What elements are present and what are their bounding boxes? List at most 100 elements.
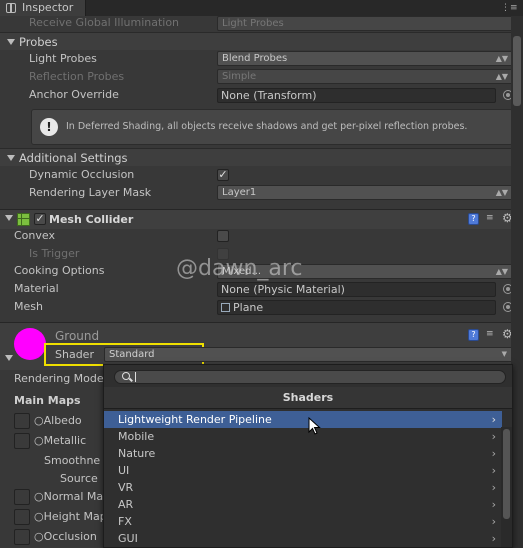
shader-item-ui[interactable]: UI ›: [104, 462, 502, 479]
dropdown-arrows-icon: ▲▼: [495, 267, 508, 276]
albedo-label: ○Albedo: [34, 414, 82, 427]
metallic-label: ○Metallic: [34, 434, 87, 447]
normal-texture-slot[interactable]: [14, 489, 30, 505]
help-text: In Deferred Shading, all objects receive…: [66, 121, 468, 132]
receive-gi-dropdown[interactable]: Light Probes: [217, 16, 513, 31]
albedo-texture-slot[interactable]: [14, 413, 30, 429]
shader-value: Standard: [109, 349, 155, 360]
anchor-override-field[interactable]: None (Transform): [217, 88, 496, 103]
mesh-collider-icon: [17, 213, 30, 226]
shader-item-fx[interactable]: FX ›: [104, 513, 502, 530]
chevron-right-icon: ›: [491, 515, 496, 528]
shader-item-label: Nature: [118, 447, 156, 460]
mesh-collider-header[interactable]: ✓ Mesh Collider ? ≡ ⚙: [0, 209, 523, 229]
popup-scrollbar-thumb[interactable]: [503, 429, 510, 519]
cooking-options-label: Cooking Options: [14, 264, 105, 277]
probes-header[interactable]: Probes: [0, 32, 523, 50]
chevron-down-icon: ▼: [501, 350, 507, 358]
inspector-icon: [6, 3, 16, 13]
help-book-icon[interactable]: ?: [468, 329, 479, 341]
shader-dropdown[interactable]: Standard ▼: [104, 347, 513, 362]
physic-material-value: None (Physic Material): [221, 283, 345, 296]
shader-search-field[interactable]: [114, 370, 506, 384]
shader-item-vr[interactable]: VR ›: [104, 479, 502, 496]
tab-menu-icon[interactable]: ⋮≡: [501, 2, 518, 14]
shader-item-mobile[interactable]: Mobile ›: [104, 428, 502, 445]
scrollbar-thumb[interactable]: [513, 36, 521, 106]
rendering-layer-value: Layer1: [222, 187, 257, 198]
info-icon: !: [40, 118, 58, 136]
main-maps-label: Main Maps: [14, 394, 81, 407]
material-label: Material: [14, 282, 59, 295]
mouse-cursor-icon: [308, 417, 321, 435]
additional-settings-label: Additional Settings: [19, 151, 128, 165]
shader-popup: Shaders Lightweight Render Pipeline › Mo…: [103, 364, 513, 548]
tab-inspector[interactable]: Inspector: [0, 0, 86, 16]
shader-item-label: GUI: [118, 532, 138, 545]
mesh-field[interactable]: Plane: [217, 300, 496, 315]
receive-gi-value: Light Probes: [222, 18, 284, 29]
help-box: ! In Deferred Shading, all objects recei…: [31, 109, 513, 145]
convex-label: Convex: [14, 229, 55, 242]
search-icon: [122, 372, 130, 380]
help-book-icon[interactable]: ?: [468, 213, 479, 225]
dynamic-occlusion-label: Dynamic Occlusion: [29, 168, 135, 181]
physic-material-field[interactable]: None (Physic Material): [217, 282, 496, 297]
reflection-probes-label: Reflection Probes: [29, 70, 125, 83]
shader-item-ar[interactable]: AR ›: [104, 496, 502, 513]
height-map-label: ○Height Map: [34, 510, 107, 523]
anchor-override-label: Anchor Override: [29, 88, 119, 101]
shader-popup-title: Shaders: [104, 387, 512, 409]
popup-scrollbar[interactable]: [501, 427, 512, 547]
source-label: Source: [60, 472, 98, 485]
metallic-texture-slot[interactable]: [14, 433, 30, 449]
foldout-open-icon: [5, 355, 13, 361]
receive-gi-label: Receive Global Illumination: [29, 16, 180, 29]
mesh-label: Mesh: [14, 300, 43, 313]
mesh-collider-title: Mesh Collider: [49, 213, 134, 226]
mesh-collider-enabled-checkbox[interactable]: ✓: [34, 213, 46, 225]
rendering-layer-label: Rendering Layer Mask: [29, 186, 152, 199]
chevron-right-icon: ›: [491, 498, 496, 511]
chevron-right-icon: ›: [491, 430, 496, 443]
presets-icon[interactable]: ≡: [486, 328, 497, 340]
shader-item-label: UI: [118, 464, 130, 477]
text-caret: [135, 372, 136, 382]
foldout-open-icon: [5, 215, 13, 221]
shader-item-lightweight[interactable]: Lightweight Render Pipeline ›: [104, 411, 502, 428]
shader-item-label: Lightweight Render Pipeline: [118, 413, 272, 426]
shader-item-label: VR: [118, 481, 134, 494]
dropdown-arrows-icon: ▲▼: [495, 54, 508, 63]
additional-settings-header[interactable]: Additional Settings: [0, 148, 523, 166]
shader-item-label: AR: [118, 498, 134, 511]
height-texture-slot[interactable]: [14, 509, 30, 525]
reflection-probes-value: Simple: [222, 71, 257, 82]
watermark-text: @dawn_arc: [176, 256, 303, 281]
mesh-icon: [221, 303, 230, 312]
normal-map-label: ○Normal Ma: [34, 490, 104, 503]
chevron-right-icon: ›: [491, 481, 496, 494]
shader-item-nature[interactable]: Nature ›: [104, 445, 502, 462]
light-probes-value: Blend Probes: [222, 53, 288, 64]
convex-checkbox[interactable]: [217, 230, 229, 242]
reflection-probes-dropdown[interactable]: Simple ▲▼: [217, 69, 513, 84]
shader-item-label: Mobile: [118, 430, 155, 443]
rendering-layer-dropdown[interactable]: Layer1 ▲▼: [217, 185, 513, 200]
anchor-override-value: None (Transform): [221, 89, 317, 102]
light-probes-dropdown[interactable]: Blend Probes ▲▼: [217, 51, 513, 66]
occlusion-label: ○Occlusion: [34, 530, 97, 543]
light-probes-label: Light Probes: [29, 52, 97, 65]
chevron-right-icon: ›: [491, 413, 496, 426]
material-preview-swatch: [14, 328, 46, 360]
shader-item-label: FX: [118, 515, 132, 528]
occlusion-texture-slot[interactable]: [14, 529, 30, 545]
smoothness-label: Smoothne: [44, 454, 101, 467]
probes-header-label: Probes: [19, 35, 58, 49]
dynamic-occlusion-checkbox[interactable]: ✓: [217, 169, 229, 181]
shader-label: Shader: [55, 348, 94, 361]
chevron-right-icon: ›: [491, 464, 496, 477]
presets-icon[interactable]: ≡: [486, 212, 497, 224]
shader-item-gui[interactable]: GUI ›: [104, 530, 502, 547]
dropdown-arrows-icon: ▲▼: [495, 188, 508, 197]
foldout-open-icon: [7, 39, 15, 45]
